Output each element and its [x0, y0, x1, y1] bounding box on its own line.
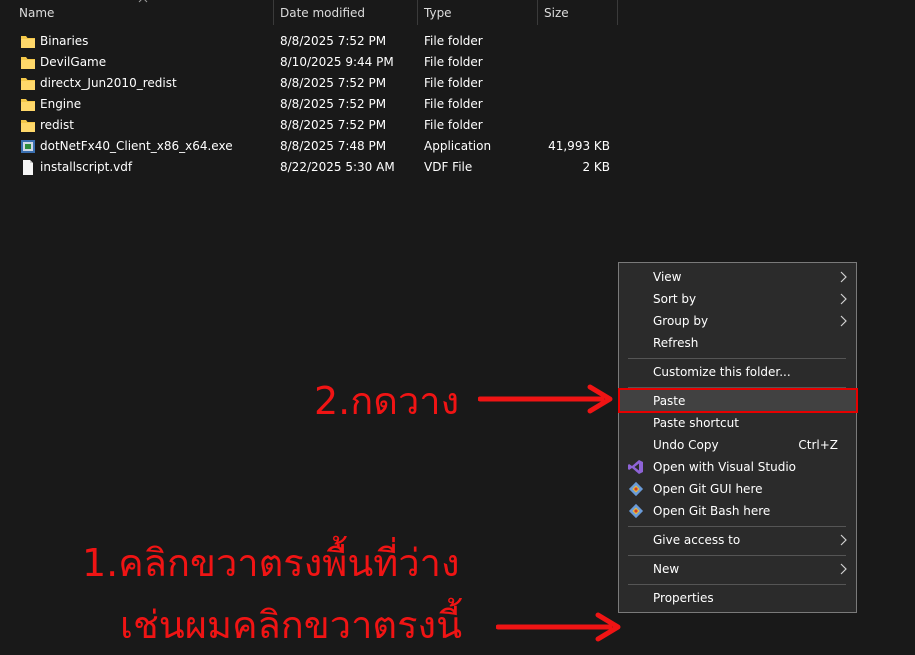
- chevron-right-icon: [840, 563, 847, 575]
- chevron-right-icon: [840, 534, 847, 546]
- menu-item-properties[interactable]: Properties: [619, 587, 856, 609]
- file-size: 41,993 KB: [548, 139, 610, 153]
- file-name: Engine: [40, 97, 82, 111]
- chevron-right-icon: [840, 271, 847, 283]
- column-name[interactable]: Name: [19, 0, 54, 25]
- menu-separator: [628, 526, 846, 527]
- menu-item-group-by[interactable]: Group by: [619, 310, 856, 332]
- column-divider[interactable]: [537, 0, 538, 25]
- file-list: Binaries 8/8/2025 7:52 PM File folder De…: [0, 31, 620, 178]
- column-type[interactable]: Type: [424, 0, 452, 25]
- file-row[interactable]: Engine 8/8/2025 7:52 PM File folder: [0, 94, 620, 115]
- file-row[interactable]: directx_Jun2010_redist 8/8/2025 7:52 PM …: [0, 73, 620, 94]
- column-size[interactable]: Size: [544, 0, 569, 25]
- annotation-arrow-icon: [478, 384, 613, 414]
- menu-item-paste-shortcut[interactable]: Paste shortcut: [619, 412, 856, 434]
- installer-icon: [21, 140, 35, 153]
- menu-separator: [628, 584, 846, 585]
- file-name: installscript.vdf: [40, 160, 133, 174]
- file-type: File folder: [424, 55, 483, 69]
- shortcut-label: Ctrl+Z: [798, 438, 838, 452]
- file-date: 8/8/2025 7:52 PM: [280, 97, 387, 111]
- file-name: directx_Jun2010_redist: [40, 76, 177, 90]
- file-type: VDF File: [424, 160, 473, 174]
- file-date: 8/8/2025 7:52 PM: [280, 76, 387, 90]
- chevron-right-icon: [840, 315, 847, 327]
- file-size: 2 KB: [582, 160, 610, 174]
- annotation-step-1-line-2: เช่นผมคลิกขวาตรงนี้: [120, 603, 463, 647]
- menu-item-view[interactable]: View: [619, 266, 856, 288]
- menu-separator: [628, 555, 846, 556]
- document-icon: [23, 160, 33, 175]
- annotation-step-1-line-1: 1.คลิกขวาตรงพื้นที่ว่าง: [82, 541, 460, 585]
- sort-ascending-icon: [138, 0, 148, 3]
- file-type: File folder: [424, 118, 483, 132]
- annotation-arrow-icon: [496, 612, 621, 642]
- file-row[interactable]: Binaries 8/8/2025 7:52 PM File folder: [0, 31, 620, 52]
- file-type: File folder: [424, 34, 483, 48]
- folder-icon: [21, 78, 35, 90]
- menu-item-open-visual-studio[interactable]: Open with Visual Studio: [619, 456, 856, 478]
- file-name: redist: [40, 118, 74, 132]
- paste-highlight-box: [618, 388, 858, 413]
- menu-item-give-access[interactable]: Give access to: [619, 529, 856, 551]
- file-name: DevilGame: [40, 55, 107, 69]
- file-type: File folder: [424, 97, 483, 111]
- annotation-step-2: 2.กดวาง: [314, 379, 460, 423]
- menu-item-customize-folder[interactable]: Customize this folder...: [619, 361, 856, 383]
- menu-item-undo-copy[interactable]: Undo Copy Ctrl+Z: [619, 434, 856, 456]
- column-divider[interactable]: [617, 0, 618, 25]
- file-row[interactable]: installscript.vdf 8/22/2025 5:30 AM VDF …: [0, 157, 620, 178]
- file-type: File folder: [424, 76, 483, 90]
- file-row[interactable]: dotNetFx40_Client_x86_x64.exe 8/8/2025 7…: [0, 136, 620, 157]
- context-menu: View Sort by Group by Refresh Customize …: [618, 262, 857, 613]
- file-date: 8/8/2025 7:52 PM: [280, 118, 387, 132]
- column-divider[interactable]: [273, 0, 274, 25]
- menu-item-sort-by[interactable]: Sort by: [619, 288, 856, 310]
- visual-studio-icon: [628, 460, 643, 474]
- file-type: Application: [424, 139, 492, 153]
- file-row[interactable]: DevilGame 8/10/2025 9:44 PM File folder: [0, 52, 620, 73]
- file-name: Binaries: [40, 34, 89, 48]
- column-divider[interactable]: [417, 0, 418, 25]
- git-gui-icon: [628, 481, 644, 497]
- folder-icon: [21, 120, 35, 132]
- file-name: dotNetFx40_Client_x86_x64.exe: [40, 139, 233, 153]
- folder-icon: [21, 99, 35, 111]
- column-header: Name Date modified Type Size: [0, 0, 915, 25]
- file-row[interactable]: redist 8/8/2025 7:52 PM File folder: [0, 115, 620, 136]
- folder-icon: [21, 36, 35, 48]
- menu-item-new[interactable]: New: [619, 558, 856, 580]
- chevron-right-icon: [840, 293, 847, 305]
- git-bash-icon: [628, 503, 644, 519]
- menu-item-refresh[interactable]: Refresh: [619, 332, 856, 354]
- file-date: 8/8/2025 7:52 PM: [280, 34, 387, 48]
- folder-icon: [21, 57, 35, 69]
- file-date: 8/8/2025 7:48 PM: [280, 139, 387, 153]
- menu-item-open-git-gui[interactable]: Open Git GUI here: [619, 478, 856, 500]
- menu-item-open-git-bash[interactable]: Open Git Bash here: [619, 500, 856, 522]
- file-date: 8/10/2025 9:44 PM: [280, 55, 394, 69]
- column-date-modified[interactable]: Date modified: [280, 0, 365, 25]
- file-date: 8/22/2025 5:30 AM: [280, 160, 395, 174]
- menu-separator: [628, 358, 846, 359]
